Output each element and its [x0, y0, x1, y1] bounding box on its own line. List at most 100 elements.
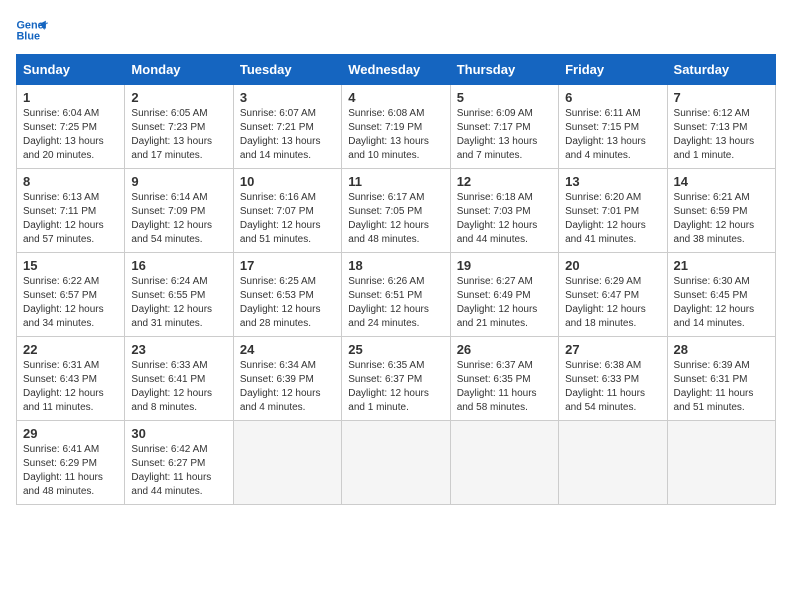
day-info: Sunrise: 6:04 AMSunset: 7:25 PMDaylight:… — [23, 107, 118, 163]
calendar-cell: 21Sunrise: 6:30 AMSunset: 6:45 PMDayligh… — [667, 253, 775, 337]
day-number: 17 — [240, 258, 335, 273]
calendar-row: 15Sunrise: 6:22 AMSunset: 6:57 PMDayligh… — [17, 253, 776, 337]
day-number: 2 — [131, 90, 226, 105]
weekday-header-sunday: Sunday — [17, 55, 125, 85]
weekday-header-thursday: Thursday — [450, 55, 558, 85]
day-info: Sunrise: 6:12 AMSunset: 7:13 PMDaylight:… — [674, 107, 769, 163]
calendar-cell: 3Sunrise: 6:07 AMSunset: 7:21 PMDaylight… — [233, 85, 341, 169]
page-header: General Blue — [16, 16, 776, 44]
weekday-header-monday: Monday — [125, 55, 233, 85]
day-number: 30 — [131, 426, 226, 441]
day-info: Sunrise: 6:18 AMSunset: 7:03 PMDaylight:… — [457, 191, 552, 247]
calendar-cell — [559, 421, 667, 505]
day-number: 11 — [348, 174, 443, 189]
day-number: 1 — [23, 90, 118, 105]
calendar-cell — [233, 421, 341, 505]
calendar-cell: 9 Sunrise: 6:14 AMSunset: 7:09 PMDaylight… — [125, 169, 233, 253]
calendar-cell: 30 Sunrise: 6:42 AMSunset: 6:27 PMDayligh… — [125, 421, 233, 505]
day-number: 25 — [348, 342, 443, 357]
day-info: Sunrise: 6:26 AMSunset: 6:51 PMDaylight:… — [348, 275, 443, 331]
calendar-cell: 1 Sunrise: 6:04 AMSunset: 7:25 PMDaylight… — [17, 85, 125, 169]
calendar-cell: 19 Sunrise: 6:27 AMSunset: 6:49 PMDayligh… — [450, 253, 558, 337]
day-number: 6 — [565, 90, 660, 105]
calendar-cell: 23 Sunrise: 6:33 AMSunset: 6:41 PMDayligh… — [125, 337, 233, 421]
day-number: 3 — [240, 90, 335, 105]
calendar-cell: 4Sunrise: 6:08 AMSunset: 7:19 PMDaylight… — [342, 85, 450, 169]
day-info: Sunrise: 6:14 AMSunset: 7:09 PMDaylight:… — [131, 191, 226, 247]
calendar-header-row: SundayMondayTuesdayWednesdayThursdayFrid… — [17, 55, 776, 85]
day-number: 14 — [674, 174, 769, 189]
day-info: Sunrise: 6:34 AMSunset: 6:39 PMDaylight:… — [240, 359, 335, 415]
calendar-cell — [450, 421, 558, 505]
calendar-row: 1 Sunrise: 6:04 AMSunset: 7:25 PMDaylight… — [17, 85, 776, 169]
day-number: 8 — [23, 174, 118, 189]
day-info: Sunrise: 6:37 AMSunset: 6:35 PMDaylight:… — [457, 359, 552, 415]
day-number: 22 — [23, 342, 118, 357]
calendar-cell: 27 Sunrise: 6:38 AMSunset: 6:33 PMDayligh… — [559, 337, 667, 421]
day-number: 29 — [23, 426, 118, 441]
weekday-header-friday: Friday — [559, 55, 667, 85]
calendar-cell — [342, 421, 450, 505]
day-number: 12 — [457, 174, 552, 189]
day-info: Sunrise: 6:09 AMSunset: 7:17 PMDaylight:… — [457, 107, 552, 163]
calendar-cell: 18Sunrise: 6:26 AMSunset: 6:51 PMDayligh… — [342, 253, 450, 337]
day-info: Sunrise: 6:13 AMSunset: 7:11 PMDaylight:… — [23, 191, 118, 247]
day-number: 16 — [131, 258, 226, 273]
day-info: Sunrise: 6:11 AMSunset: 7:15 PMDaylight:… — [565, 107, 660, 163]
calendar-cell: 13Sunrise: 6:20 AMSunset: 7:01 PMDayligh… — [559, 169, 667, 253]
calendar-cell: 22 Sunrise: 6:31 AMSunset: 6:43 PMDayligh… — [17, 337, 125, 421]
calendar-cell: 25 Sunrise: 6:35 AMSunset: 6:37 PMDayligh… — [342, 337, 450, 421]
day-number: 28 — [674, 342, 769, 357]
day-info: Sunrise: 6:21 AMSunset: 6:59 PMDaylight:… — [674, 191, 769, 247]
day-info: Sunrise: 6:39 AMSunset: 6:31 PMDaylight:… — [674, 359, 769, 415]
day-number: 10 — [240, 174, 335, 189]
calendar-cell — [667, 421, 775, 505]
day-info: Sunrise: 6:33 AMSunset: 6:41 PMDaylight:… — [131, 359, 226, 415]
day-info: Sunrise: 6:08 AMSunset: 7:19 PMDaylight:… — [348, 107, 443, 163]
day-number: 7 — [674, 90, 769, 105]
day-number: 19 — [457, 258, 552, 273]
calendar-cell: 29 Sunrise: 6:41 AMSunset: 6:29 PMDayligh… — [17, 421, 125, 505]
calendar-row: 22 Sunrise: 6:31 AMSunset: 6:43 PMDayligh… — [17, 337, 776, 421]
calendar-cell: 7 Sunrise: 6:12 AMSunset: 7:13 PMDaylight… — [667, 85, 775, 169]
day-info: Sunrise: 6:31 AMSunset: 6:43 PMDaylight:… — [23, 359, 118, 415]
day-info: Sunrise: 6:38 AMSunset: 6:33 PMDaylight:… — [565, 359, 660, 415]
day-number: 21 — [674, 258, 769, 273]
calendar-row: 29 Sunrise: 6:41 AMSunset: 6:29 PMDayligh… — [17, 421, 776, 505]
calendar-cell: 2 Sunrise: 6:05 AMSunset: 7:23 PMDaylight… — [125, 85, 233, 169]
calendar-cell: 6 Sunrise: 6:11 AMSunset: 7:15 PMDaylight… — [559, 85, 667, 169]
calendar-table: SundayMondayTuesdayWednesdayThursdayFrid… — [16, 54, 776, 505]
day-number: 23 — [131, 342, 226, 357]
day-info: Sunrise: 6:41 AMSunset: 6:29 PMDaylight:… — [23, 443, 118, 499]
day-info: Sunrise: 6:05 AMSunset: 7:23 PMDaylight:… — [131, 107, 226, 163]
calendar-cell: 5 Sunrise: 6:09 AMSunset: 7:17 PMDaylight… — [450, 85, 558, 169]
day-info: Sunrise: 6:22 AMSunset: 6:57 PMDaylight:… — [23, 275, 118, 331]
day-number: 13 — [565, 174, 660, 189]
day-info: Sunrise: 6:29 AMSunset: 6:47 PMDaylight:… — [565, 275, 660, 331]
day-info: Sunrise: 6:25 AMSunset: 6:53 PMDaylight:… — [240, 275, 335, 331]
calendar-cell: 17 Sunrise: 6:25 AMSunset: 6:53 PMDayligh… — [233, 253, 341, 337]
calendar-cell: 12 Sunrise: 6:18 AMSunset: 7:03 PMDayligh… — [450, 169, 558, 253]
day-info: Sunrise: 6:35 AMSunset: 6:37 PMDaylight:… — [348, 359, 443, 415]
day-number: 5 — [457, 90, 552, 105]
weekday-header-saturday: Saturday — [667, 55, 775, 85]
calendar-row: 8 Sunrise: 6:13 AMSunset: 7:11 PMDaylight… — [17, 169, 776, 253]
day-info: Sunrise: 6:16 AMSunset: 7:07 PMDaylight:… — [240, 191, 335, 247]
calendar-cell: 14 Sunrise: 6:21 AMSunset: 6:59 PMDayligh… — [667, 169, 775, 253]
logo: General Blue — [16, 16, 48, 44]
calendar-cell: 26 Sunrise: 6:37 AMSunset: 6:35 PMDayligh… — [450, 337, 558, 421]
svg-text:Blue: Blue — [16, 30, 40, 42]
day-number: 9 — [131, 174, 226, 189]
calendar-cell: 11Sunrise: 6:17 AMSunset: 7:05 PMDayligh… — [342, 169, 450, 253]
calendar-cell: 24Sunrise: 6:34 AMSunset: 6:39 PMDayligh… — [233, 337, 341, 421]
day-info: Sunrise: 6:42 AMSunset: 6:27 PMDaylight:… — [131, 443, 226, 499]
day-number: 26 — [457, 342, 552, 357]
day-number: 20 — [565, 258, 660, 273]
weekday-header-tuesday: Tuesday — [233, 55, 341, 85]
calendar-cell: 16Sunrise: 6:24 AMSunset: 6:55 PMDayligh… — [125, 253, 233, 337]
logo-icon: General Blue — [16, 16, 48, 44]
calendar-cell: 20 Sunrise: 6:29 AMSunset: 6:47 PMDayligh… — [559, 253, 667, 337]
day-number: 27 — [565, 342, 660, 357]
day-info: Sunrise: 6:27 AMSunset: 6:49 PMDaylight:… — [457, 275, 552, 331]
calendar-cell: 10 Sunrise: 6:16 AMSunset: 7:07 PMDayligh… — [233, 169, 341, 253]
